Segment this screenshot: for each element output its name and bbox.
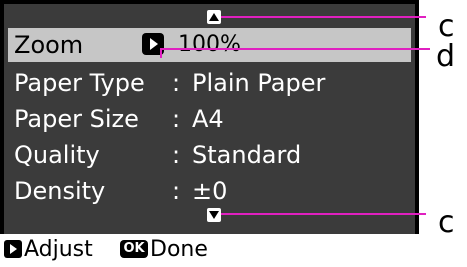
setting-row-density[interactable]: Density : ±0 bbox=[8, 174, 411, 208]
setting-value: ±0 bbox=[192, 177, 228, 205]
setting-label: Density bbox=[14, 177, 106, 205]
callout-label-middle: d bbox=[436, 39, 456, 74]
setting-colon: : bbox=[172, 105, 181, 133]
setting-row-paper-size[interactable]: Paper Size : A4 bbox=[8, 102, 411, 136]
setting-row-quality[interactable]: Quality : Standard bbox=[8, 138, 411, 172]
setting-colon: : bbox=[172, 177, 181, 205]
done-hint: Done bbox=[150, 237, 208, 262]
button-hint-bar: Adjust OK Done bbox=[0, 234, 419, 267]
callout-label-bottom: c bbox=[438, 205, 455, 240]
triangle-up-icon bbox=[209, 13, 219, 21]
adjust-hint: Adjust bbox=[24, 237, 93, 262]
callout-line-top bbox=[221, 16, 426, 18]
setting-row-paper-type[interactable]: Paper Type : Plain Paper bbox=[8, 66, 411, 100]
scroll-up-icon[interactable] bbox=[207, 10, 221, 24]
ok-button-icon: OK bbox=[120, 240, 148, 258]
setting-colon: : bbox=[172, 141, 181, 169]
lcd-panel: Zoom 100% Paper Type : Plain Paper Paper… bbox=[0, 0, 419, 267]
setting-colon: : bbox=[172, 69, 181, 97]
setting-label: Paper Size bbox=[14, 105, 139, 133]
setting-value: Plain Paper bbox=[192, 69, 326, 97]
setting-value: A4 bbox=[192, 105, 224, 133]
setting-value: Standard bbox=[192, 141, 302, 169]
callout-line-bottom bbox=[221, 213, 426, 215]
setting-row-zoom[interactable]: Zoom 100% bbox=[8, 28, 411, 62]
callout-connector-middle bbox=[160, 48, 162, 58]
play-button-icon bbox=[4, 240, 22, 258]
setting-label: Paper Type bbox=[14, 69, 145, 97]
setting-label: Zoom bbox=[14, 31, 84, 59]
scroll-down-icon[interactable] bbox=[207, 208, 221, 222]
setting-label: Quality bbox=[14, 141, 100, 169]
zoom-value: 100% bbox=[178, 32, 241, 57]
callout-line-middle bbox=[160, 48, 430, 50]
callout-label-top: c bbox=[438, 9, 455, 44]
triangle-down-icon bbox=[209, 211, 219, 219]
lcd-screen: Zoom 100% Paper Type : Plain Paper Paper… bbox=[4, 4, 415, 234]
